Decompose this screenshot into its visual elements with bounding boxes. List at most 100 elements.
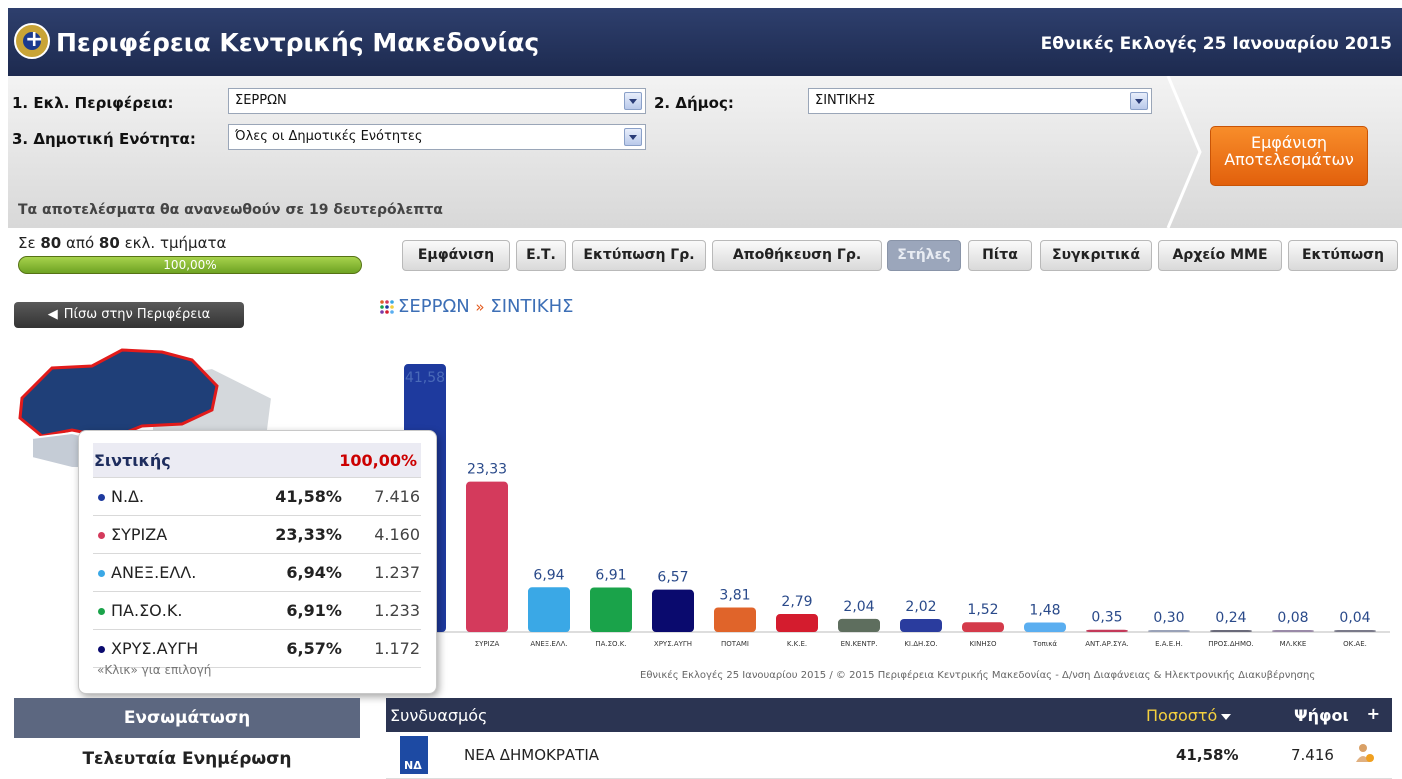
chart-bar[interactable] xyxy=(528,587,570,632)
sections-suffix: εκλ. τμήματα xyxy=(124,234,227,252)
chart-bar[interactable] xyxy=(1334,630,1376,632)
category-tick-label: ΣΥΡΙΖΑ xyxy=(475,640,500,648)
toolbar-button-1[interactable]: Ε.Τ. xyxy=(516,240,566,271)
category-tick-label: ΑΝΤ.ΑΡ.ΣΥΑ. xyxy=(1085,640,1128,648)
tooltip-party-name: ΠΑ.ΣΟ.Κ. xyxy=(111,601,183,620)
tooltip-party-name: ΑΝΕΞ.ΕΛΛ. xyxy=(111,563,197,582)
col-percent[interactable]: Ποσοστό xyxy=(1146,706,1232,725)
chart-bar[interactable] xyxy=(1024,622,1066,632)
bar-value-label: 23,33 xyxy=(467,462,507,478)
party-percent: 41,58% xyxy=(1176,746,1239,764)
chart-bar[interactable] xyxy=(652,589,694,632)
category-tick-label: ΠΡΟΣ.ΔΗΜΟ. xyxy=(1208,640,1253,648)
bar-value-label: 2,02 xyxy=(905,599,936,615)
tooltip-party-votes: 1.233 xyxy=(353,591,421,630)
bar-value-label: 41,58 xyxy=(405,370,445,386)
tooltip-row[interactable]: ΧΡΥΣ.ΑΥΓΗ 6,57% 1.172 xyxy=(93,629,421,668)
chevron-down-icon[interactable] xyxy=(1130,92,1148,110)
col-combination[interactable]: Συνδυασμός xyxy=(390,706,487,725)
sections-middle: από xyxy=(66,234,95,252)
chart-bar[interactable] xyxy=(1086,629,1128,632)
chevron-down-icon[interactable] xyxy=(624,92,642,110)
last-update-label: Τελευταία Ενημέρωση xyxy=(82,749,292,769)
bar-value-label: 0,30 xyxy=(1153,610,1184,626)
toolbar-button-5[interactable]: Πίτα xyxy=(968,240,1032,271)
bar-value-label: 1,52 xyxy=(967,602,998,618)
chart-bar[interactable] xyxy=(1272,630,1314,632)
chevron-down-icon[interactable] xyxy=(624,128,642,146)
table-row[interactable]: ΝΔ ΝΕΑ ΔΗΜΟΚΡΑΤΙΑ 41,58% 7.416 xyxy=(386,732,1392,779)
tooltip-party-percent: 6,94% xyxy=(242,553,354,592)
tooltip-party-name: Ν.Δ. xyxy=(111,487,145,506)
back-button-label: Πίσω στην Περιφέρεια xyxy=(63,307,211,322)
breadcrumb-separator: » xyxy=(475,298,485,316)
toolbar-button-6[interactable]: Συγκριτικά xyxy=(1040,240,1152,271)
municipality-select-value: ΣΙΝΤΙΚΗΣ xyxy=(815,93,876,108)
unit-select[interactable]: Όλες οι Δημοτικές Ενότητες xyxy=(228,124,646,150)
tooltip-party-percent: 41,58% xyxy=(242,477,354,516)
progress-percent: 100,00% xyxy=(163,258,217,272)
chart-bar[interactable] xyxy=(714,607,756,632)
col-votes[interactable]: Ψήφοι xyxy=(1294,706,1349,725)
chart-bar[interactable] xyxy=(900,618,942,632)
category-tick-label: ΜΛ.ΚΚΕ xyxy=(1280,640,1307,648)
results-tooltip: Σιντικής 100,00% Ν.Δ. 41,58% 7.416 ΣΥΡΙΖΑ 23… xyxy=(78,430,437,694)
tooltip-party-name: ΣΥΡΙΖΑ xyxy=(111,525,168,544)
category-tick-label: Ε.Α.Ε.Η. xyxy=(1155,640,1183,648)
toolbar-button-4[interactable]: Στήλες xyxy=(887,240,961,271)
tooltip-row[interactable]: ΑΝΕΞ.ΕΛΛ. 6,94% 1.237 xyxy=(93,553,421,592)
chart-bar[interactable] xyxy=(1148,630,1190,632)
municipality-select[interactable]: ΣΙΝΤΙΚΗΣ xyxy=(808,88,1152,114)
category-tick-label: ΟΚ.ΑΕ. xyxy=(1343,640,1367,648)
party-logo: ΝΔ xyxy=(400,736,428,774)
tooltip-party: ΠΑ.ΣΟ.Κ. xyxy=(93,591,243,630)
tooltip-party-name: ΧΡΥΣ.ΑΥΓΗ xyxy=(111,639,199,658)
embed-button[interactable]: Ενσωμάτωση xyxy=(14,698,360,738)
expand-plus-icon[interactable]: + xyxy=(1367,704,1380,723)
region-label: 1. Εκλ. Περιφέρεια: xyxy=(12,94,174,112)
breadcrumb-region[interactable]: ΣΕΡΡΩΝ xyxy=(398,296,470,317)
party-color-dot xyxy=(98,494,105,501)
chart-bar[interactable] xyxy=(1210,630,1252,632)
results-table-header: Συνδυασμός Ποσοστό Ψήφοι + xyxy=(386,698,1392,732)
sections-counted-value: 80 xyxy=(40,234,62,252)
bar-value-label: 6,57 xyxy=(657,570,688,586)
region-select[interactable]: ΣΕΡΡΩΝ xyxy=(228,88,646,114)
chart-bar[interactable] xyxy=(962,622,1004,632)
step-chevron-divider xyxy=(1166,76,1202,228)
bar-value-label: 2,79 xyxy=(781,594,812,610)
page-title: Περιφέρεια Κεντρικής Μακεδονίας xyxy=(56,28,540,57)
toolbar-button-0[interactable]: Εμφάνιση xyxy=(402,240,510,271)
breadcrumb-municipality: ΣΙΝΤΙΚΗΣ xyxy=(490,296,574,317)
bar-value-label: 3,81 xyxy=(719,587,750,603)
tooltip-party-percent: 6,91% xyxy=(242,591,354,630)
category-tick-label: ΑΝΕΞ.ΕΛΛ. xyxy=(530,640,567,648)
chart-bar[interactable] xyxy=(838,618,880,632)
chart-bar[interactable] xyxy=(466,481,508,632)
chart-credit: Εθνικές Εκλογές 25 Ιανουαρίου 2015 / © 2… xyxy=(640,670,1316,681)
category-tick-label: ΚΙΝΗΣΟ xyxy=(969,640,997,648)
toolbar-button-2[interactable]: Εκτύπωση Γρ. xyxy=(572,240,706,271)
header-bar: Περιφέρεια Κεντρικής Μακεδονίας Εθνικές … xyxy=(8,8,1402,76)
back-to-region-button[interactable]: ◀ Πίσω στην Περιφέρεια xyxy=(14,302,244,328)
tooltip-party-votes: 1.172 xyxy=(353,629,421,668)
person-icon[interactable] xyxy=(1354,742,1376,764)
tooltip-table: Σιντικής 100,00% Ν.Δ. 41,58% 7.416 ΣΥΡΙΖΑ 23… xyxy=(93,443,421,668)
tooltip-row[interactable]: Ν.Δ. 41,58% 7.416 xyxy=(93,477,421,516)
show-results-button[interactable]: Εμφάνιση Αποτελεσμάτων xyxy=(1210,126,1368,186)
toolbar-button-8[interactable]: Εκτύπωση xyxy=(1288,240,1398,271)
toolbar-button-7[interactable]: Αρχείο ΜΜΕ xyxy=(1158,240,1282,271)
breadcrumb: ΣΕΡΡΩΝ » ΣΙΝΤΙΚΗΣ xyxy=(380,296,574,317)
unit-select-value: Όλες οι Δημοτικές Ενότητες xyxy=(235,129,423,144)
tooltip-row[interactable]: ΣΥΡΙΖΑ 23,33% 4.160 xyxy=(93,515,421,554)
bar-value-label: 0,35 xyxy=(1091,610,1122,626)
party-logo-text: ΝΔ xyxy=(404,759,422,772)
tooltip-party: ΧΡΥΣ.ΑΥΓΗ xyxy=(93,629,243,668)
category-tick-label: ΠΟΤΑΜΙ xyxy=(721,640,749,648)
tooltip-row[interactable]: ΠΑ.ΣΟ.Κ. 6,91% 1.233 xyxy=(93,591,421,630)
chart-bar[interactable] xyxy=(590,587,632,632)
refresh-note: Τα αποτελέσματα θα ανανεωθούν σε 19 δευτ… xyxy=(18,202,443,218)
tooltip-party-votes: 4.160 xyxy=(353,515,421,554)
chart-bar[interactable] xyxy=(776,614,818,632)
toolbar-button-3[interactable]: Αποθήκευση Γρ. xyxy=(712,240,882,271)
